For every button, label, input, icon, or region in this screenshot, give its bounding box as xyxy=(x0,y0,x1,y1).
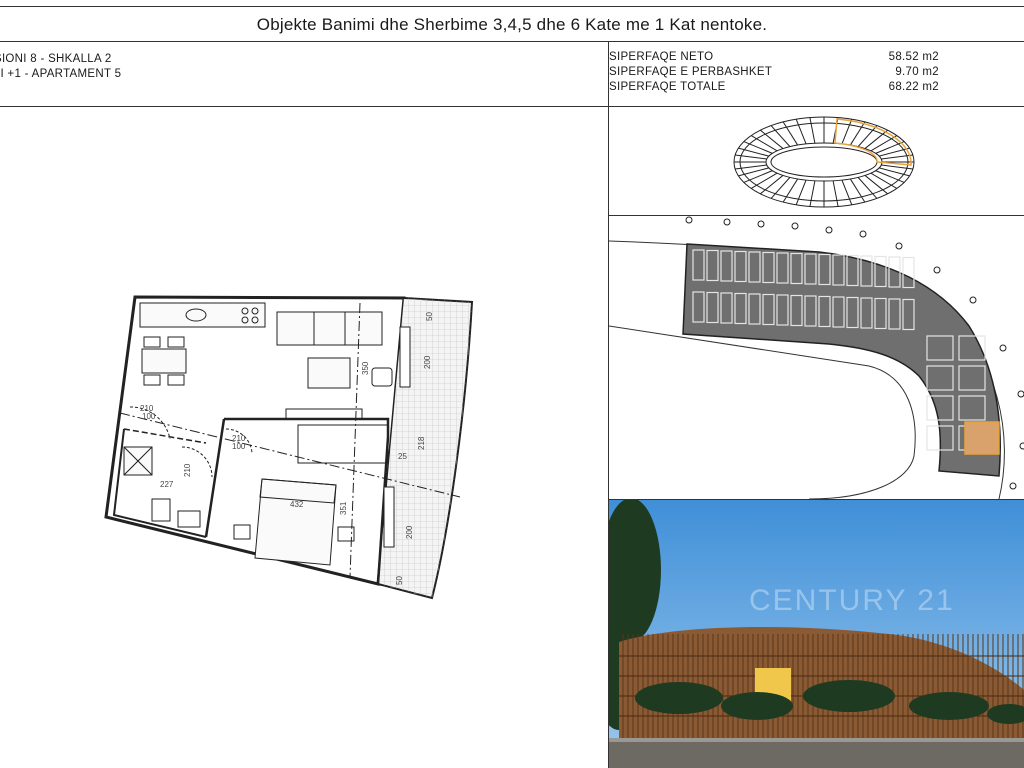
floor-plan: 350 200 50 218 25 200 50 432 351 227 210… xyxy=(104,295,474,600)
key-plan-spoke xyxy=(832,180,839,207)
key-plan-spoke xyxy=(870,135,898,152)
key-plan-spoke xyxy=(750,172,778,189)
key-plan-spoke xyxy=(795,119,807,145)
dim-label: 200 xyxy=(405,525,414,539)
grid-marker xyxy=(1019,442,1024,450)
area-value: 9.70 m2 xyxy=(895,66,939,78)
dim-label: 210 xyxy=(183,463,192,477)
section-line: KSIONI 8 - SHKALLA 2 xyxy=(0,53,112,65)
key-plan-spoke xyxy=(743,141,773,154)
key-plan-spoke xyxy=(809,180,816,207)
dim-label: 350 xyxy=(361,361,370,375)
grid-marker xyxy=(685,216,693,224)
area-value: 68.22 m2 xyxy=(888,81,939,93)
dim-label: 100 xyxy=(232,442,246,451)
watermark-text: CENTURY 21 xyxy=(749,584,955,617)
grid-marker xyxy=(723,218,731,226)
key-plan-spoke xyxy=(760,175,784,195)
area-row-common: SIPERFAQE E PERBASHKET 9.70 m2 xyxy=(609,65,949,80)
apartment-info: KSIONI 8 - SHKALLA 2 ATI +1 - APARTAMENT… xyxy=(0,52,121,82)
grid-marker xyxy=(791,222,799,230)
key-plan-spoke xyxy=(750,135,778,152)
grid-marker xyxy=(1009,482,1017,490)
dim-label: 351 xyxy=(339,501,348,515)
grid-marker xyxy=(933,266,941,274)
area-label: SIPERFAQE TOTALE xyxy=(609,81,726,93)
dim-label: 218 xyxy=(417,436,426,450)
grid-marker xyxy=(999,344,1007,352)
dim-label: 227 xyxy=(160,480,174,489)
dim-label: 200 xyxy=(423,355,432,369)
grid-marker xyxy=(969,296,977,304)
area-label: SIPERFAQE NETO xyxy=(609,51,714,63)
grid-marker xyxy=(1017,390,1024,398)
key-plan-spoke xyxy=(760,129,784,149)
site-plan xyxy=(609,216,1024,499)
area-value: 58.52 m2 xyxy=(888,51,939,63)
building-render: CENTURY 21 xyxy=(609,500,1024,768)
dim-label: 100 xyxy=(142,412,156,421)
title-bar: Objekte Banimi dhe Sherbime 3,4,5 dhe 6 … xyxy=(0,6,1024,42)
key-plan-spoke xyxy=(841,119,853,145)
key-plan-spoke xyxy=(841,179,853,205)
area-row-net: SIPERFAQE NETO 58.52 m2 xyxy=(609,50,949,65)
dim-label: 50 xyxy=(425,312,434,321)
area-row-total: SIPERFAQE TOTALE 68.22 m2 xyxy=(609,80,949,95)
key-plan-spoke xyxy=(870,172,898,189)
key-plan-spoke xyxy=(875,141,905,154)
grid-marker xyxy=(757,220,765,228)
key-plan-spoke xyxy=(864,175,888,195)
key-plan-spoke xyxy=(743,170,773,183)
grid-marker xyxy=(859,230,867,238)
key-plan-spoke xyxy=(795,179,807,205)
key-plan-spoke xyxy=(809,117,816,144)
key-plan-spoke xyxy=(864,129,888,149)
key-plan-spoke xyxy=(875,170,905,183)
grid-marker xyxy=(825,226,833,234)
dim-label: 25 xyxy=(398,452,407,461)
grid-marker xyxy=(895,242,903,250)
info-row: KSIONI 8 - SHKALLA 2 ATI +1 - APARTAMENT… xyxy=(0,41,1024,107)
document-title: Objekte Banimi dhe Sherbime 3,4,5 dhe 6 … xyxy=(256,15,768,34)
area-label: SIPERFAQE E PERBASHKET xyxy=(609,66,773,78)
key-plan xyxy=(733,116,915,208)
area-table: SIPERFAQE NETO 58.52 m2 SIPERFAQE E PERB… xyxy=(609,50,949,95)
dim-label: 50 xyxy=(395,576,404,585)
apartment-line: ATI +1 - APARTAMENT 5 xyxy=(0,68,122,80)
dim-label: 432 xyxy=(290,500,304,509)
